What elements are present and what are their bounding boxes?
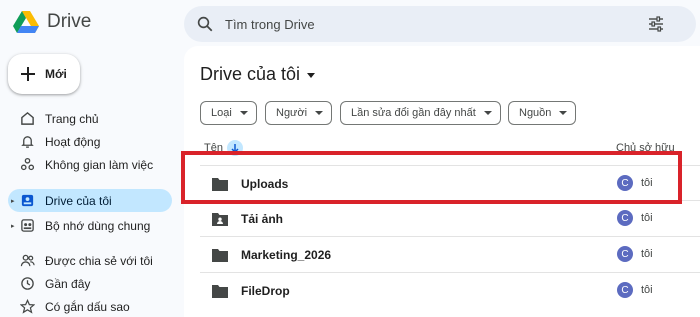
sidebar-item-label: Được chia sẻ với tôi xyxy=(45,254,153,268)
column-header-owner[interactable]: Chủ sở hữu xyxy=(616,142,675,154)
search-input[interactable]: Tìm trong Drive xyxy=(225,17,315,32)
home-icon xyxy=(21,111,34,125)
filter-options-icon[interactable] xyxy=(648,16,664,32)
table-row[interactable]: Tải ảnh C tôi xyxy=(200,200,700,235)
avatar: C xyxy=(617,175,633,191)
shared-folder-icon xyxy=(212,213,228,226)
file-name: Uploads xyxy=(241,177,289,191)
plus-icon xyxy=(21,67,35,81)
shared-with-me-icon xyxy=(20,254,35,267)
drive-logo-icon xyxy=(13,11,39,33)
drive-logo[interactable]: Drive xyxy=(13,10,91,34)
sidebar-item-label: Gần đây xyxy=(45,277,91,291)
my-drive-icon xyxy=(21,194,34,207)
sidebar-item-recent[interactable]: Gần đây xyxy=(8,272,172,295)
avatar: C xyxy=(617,246,633,262)
page-title-dropdown[interactable]: Drive của tôi xyxy=(200,64,316,85)
sidebar-item-label: Drive của tôi xyxy=(45,194,112,208)
shared-drives-icon xyxy=(21,219,34,232)
expand-caret-icon[interactable]: ▸ xyxy=(11,197,15,205)
filter-people-chip[interactable]: Người xyxy=(265,101,333,125)
caret-down-icon xyxy=(315,111,324,115)
owner-label: tôi xyxy=(641,177,653,189)
folder-icon xyxy=(212,249,228,262)
filter-modified-chip[interactable]: Lần sửa đổi gần đây nhất xyxy=(340,101,501,125)
avatar: C xyxy=(617,210,633,226)
table-row[interactable]: Uploads C tôi xyxy=(200,165,700,200)
workspaces-icon xyxy=(20,157,35,171)
app-name: Drive xyxy=(47,11,92,32)
file-name: Marketing_2026 xyxy=(241,248,332,262)
sidebar-item-shared-with-me[interactable]: Được chia sẻ với tôi xyxy=(8,249,172,272)
sidebar-item-workspaces[interactable]: Không gian làm việc xyxy=(8,153,172,176)
sidebar-item-label: Trang chủ xyxy=(45,112,99,126)
sidebar-item-my-drive[interactable]: ▸ Drive của tôi xyxy=(8,189,172,212)
new-button-label: Mới xyxy=(45,67,67,81)
owner-label: tôi xyxy=(641,248,653,260)
chip-label: Nguồn xyxy=(519,107,552,119)
sidebar-item-label: Bộ nhớ dùng chung xyxy=(45,219,151,233)
sidebar-item-shared-drives[interactable]: ▸ Bộ nhớ dùng chung xyxy=(8,214,172,237)
sidebar-item-label: Hoạt động xyxy=(45,135,101,149)
page-title: Drive của tôi xyxy=(200,64,301,84)
sidebar-item-activity[interactable]: Hoạt động xyxy=(8,130,172,153)
expand-caret-icon[interactable]: ▸ xyxy=(11,222,15,230)
bell-icon xyxy=(21,136,34,148)
table-row[interactable]: FileDrop C tôi xyxy=(200,272,700,307)
avatar: C xyxy=(617,282,633,298)
caret-down-icon xyxy=(239,111,248,115)
file-name: Tải ảnh xyxy=(241,212,284,226)
owner-label: tôi xyxy=(641,284,653,296)
clock-icon xyxy=(21,277,34,290)
main-panel: Drive của tôi Loại Người Lần sửa đổi gần… xyxy=(184,46,700,317)
folder-icon xyxy=(212,178,228,191)
filter-type-chip[interactable]: Loại xyxy=(200,101,257,125)
chip-label: Loại xyxy=(211,107,232,119)
filter-source-chip[interactable]: Nguồn xyxy=(508,101,577,125)
new-button[interactable]: Mới xyxy=(8,54,80,94)
sidebar-item-home[interactable]: Trang chủ xyxy=(8,107,172,130)
sidebar-item-label: Không gian làm việc xyxy=(45,158,154,172)
sidebar-item-starred[interactable]: Có gắn dấu sao xyxy=(8,295,172,317)
caret-down-icon xyxy=(307,72,316,78)
sort-arrow-icon[interactable] xyxy=(226,140,243,156)
chip-label: Lần sửa đổi gần đây nhất xyxy=(351,107,476,119)
sidebar-item-label: Có gắn dấu sao xyxy=(45,300,130,314)
file-name: FileDrop xyxy=(241,284,290,298)
column-header-name-label: Tên xyxy=(204,142,223,154)
caret-down-icon xyxy=(483,111,492,115)
column-header-name[interactable]: Tên xyxy=(204,140,243,156)
owner-label: tôi xyxy=(641,212,653,224)
search-icon[interactable] xyxy=(196,15,214,33)
search-bar[interactable]: Tìm trong Drive xyxy=(184,6,696,42)
table-row[interactable]: Marketing_2026 C tôi xyxy=(200,236,700,271)
star-icon xyxy=(20,299,35,314)
chip-label: Người xyxy=(276,107,308,119)
folder-icon xyxy=(212,285,228,298)
caret-down-icon xyxy=(559,111,568,115)
